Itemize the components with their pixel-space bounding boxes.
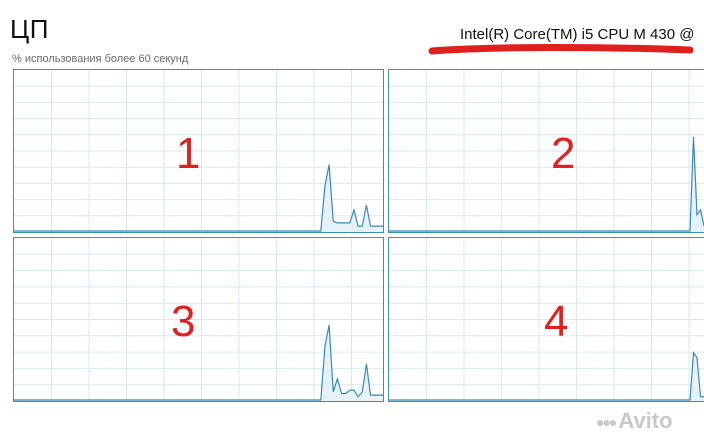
graph-area xyxy=(389,70,704,232)
core-label: 1 xyxy=(176,129,201,178)
cpu-core-graph-4: 4 xyxy=(388,237,704,402)
core-label: 2 xyxy=(551,129,576,178)
red-underline-annotation xyxy=(428,43,694,55)
core-label: 4 xyxy=(544,297,569,346)
graph-area xyxy=(14,238,383,401)
usage-line xyxy=(389,351,704,401)
avito-dots-icon: ●●● xyxy=(596,414,617,431)
core-label: 3 xyxy=(171,297,196,346)
usage-area xyxy=(389,352,704,401)
usage-subtitle: % использования более 60 секунд xyxy=(12,53,189,65)
usage-area xyxy=(14,325,383,401)
cpu-model-name: Intel(R) Core(TM) i5 CPU M 430 @ xyxy=(460,26,695,43)
watermark-text: Avito xyxy=(618,408,673,433)
cpu-core-graph-1: 1 xyxy=(13,69,384,233)
cpu-core-graph-3: 3 xyxy=(13,237,384,402)
page-title: ЦП xyxy=(10,14,49,44)
cpu-core-graph-2: 2 xyxy=(388,69,704,233)
avito-watermark: ●●● Avito xyxy=(596,408,673,434)
